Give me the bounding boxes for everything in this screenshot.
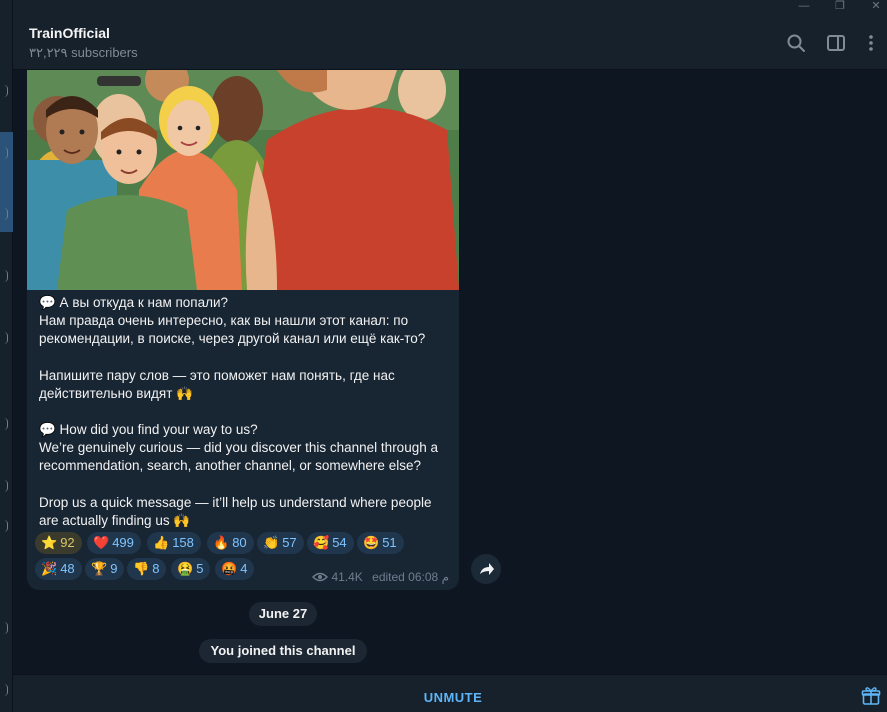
vomiting-face-icon: 🤮	[177, 561, 194, 576]
eye-icon	[312, 572, 329, 582]
reaction-thumbs-up[interactable]: 👍 158	[147, 532, 201, 554]
reaction-trophy[interactable]: 🏆 9	[85, 558, 125, 580]
reaction-star-struck[interactable]: 🤩 51	[357, 532, 404, 554]
reaction-count: 158	[172, 535, 194, 550]
reaction-heart[interactable]: ❤️ 499	[87, 532, 141, 554]
chat-list-scroll-marker	[4, 270, 8, 282]
angry-face-icon: 🤬	[221, 561, 238, 576]
folder-sidebar	[0, 0, 13, 712]
message-line: Drop us a quick message — it’ll help us …	[39, 494, 432, 528]
view-count: 41.4K	[331, 570, 363, 584]
reaction-angry[interactable]: 🤬 4	[215, 558, 255, 580]
thumbs-up-icon: 👍	[153, 535, 170, 550]
message-line: Напишите пару слов — это поможет нам пон…	[39, 367, 395, 401]
message-line: Нам правда очень интересно, как вы нашли…	[39, 313, 426, 347]
reaction-count: 92	[60, 535, 75, 550]
message-meta: 41.4K edited 06:08 م	[312, 570, 449, 584]
message-line: 💬 А вы откуда к нам попали?	[39, 295, 229, 310]
search-icon[interactable]	[786, 33, 806, 53]
share-arrow-icon	[480, 563, 494, 575]
close-icon[interactable]: ✕	[867, 0, 885, 14]
chat-list-scroll-marker	[4, 332, 8, 344]
sidebar-toggle-icon[interactable]	[826, 33, 846, 53]
party-popper-icon: 🎉	[41, 561, 58, 576]
reaction-count: 5	[196, 561, 204, 576]
channel-title[interactable]: TrainOfficial	[29, 25, 110, 41]
reaction-clap[interactable]: 👏 57	[257, 532, 304, 554]
window-titlebar: — ❐ ✕	[13, 0, 887, 16]
reaction-count: 57	[282, 535, 297, 550]
minimize-icon[interactable]: —	[795, 0, 813, 14]
reaction-count: 4	[240, 561, 248, 576]
chat-list-scroll-marker	[4, 85, 8, 97]
unmute-button[interactable]: UNMUTE	[13, 675, 887, 712]
share-button[interactable]	[471, 554, 501, 584]
chat-header[interactable]: TrainOfficial ۳۲,۲۲۹ subscribers	[13, 16, 887, 70]
heart-icon: ❤️	[93, 535, 110, 550]
message-photo[interactable]	[27, 70, 459, 290]
reaction-count: 499	[112, 535, 134, 550]
message-text: 💬 А вы откуда к нам попали? Нам правда о…	[39, 294, 453, 530]
reaction-star[interactable]: ⭐ 92	[35, 532, 82, 554]
smiling-hearts-icon: 🥰	[313, 535, 330, 550]
reaction-count: 8	[152, 561, 160, 576]
chat-list-scroll-marker	[4, 622, 8, 634]
star-icon: ⭐	[41, 535, 58, 550]
date-separator: June 27	[249, 602, 317, 626]
message-bubble[interactable]: 💬 А вы откуда к нам попали? Нам правда о…	[27, 70, 459, 590]
thumbs-down-icon: 👎	[133, 561, 150, 576]
reaction-count: 51	[382, 535, 397, 550]
more-vertical-icon[interactable]	[861, 33, 881, 53]
chat-list-scroll-marker	[4, 480, 8, 492]
chat-list-scroll-marker	[4, 418, 8, 430]
subscriber-count: ۳۲,۲۲۹ subscribers	[29, 45, 138, 60]
gift-icon[interactable]	[861, 686, 881, 706]
star-struck-icon: 🤩	[363, 535, 380, 550]
reaction-love[interactable]: 🥰 54	[307, 532, 354, 554]
message-line: 💬 How did you find your way to us?	[39, 422, 258, 438]
chat-list-scroll-marker	[4, 520, 8, 532]
reaction-vomit[interactable]: 🤮 5	[171, 558, 211, 580]
clap-icon: 👏	[263, 535, 280, 550]
message-line: We’re genuinely curious — did you discov…	[39, 440, 438, 474]
maximize-icon[interactable]: ❐	[831, 0, 849, 14]
reaction-count: 54	[332, 535, 347, 550]
trophy-icon: 🏆	[91, 561, 108, 576]
chat-list-scroll-marker	[4, 684, 8, 696]
reaction-count: 9	[110, 561, 118, 576]
bottom-bar: UNMUTE	[13, 674, 887, 712]
reaction-count: 80	[232, 535, 247, 550]
reaction-party[interactable]: 🎉 48	[35, 558, 82, 580]
reaction-thumbs-down[interactable]: 👎 8	[127, 558, 167, 580]
edited-time: edited 06:08 م	[372, 570, 449, 584]
reaction-count: 48	[60, 561, 75, 576]
chat-history[interactable]: 💬 А вы откуда к нам попали? Нам правда о…	[13, 70, 887, 674]
fire-icon: 🔥	[213, 535, 230, 550]
reaction-fire[interactable]: 🔥 80	[207, 532, 254, 554]
service-message: You joined this channel	[199, 639, 367, 663]
